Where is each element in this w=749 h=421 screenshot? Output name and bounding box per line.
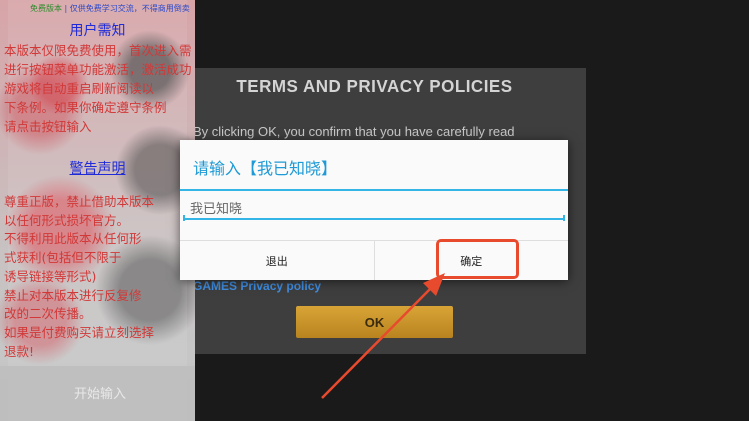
annotation-arrow-icon [321,273,445,399]
